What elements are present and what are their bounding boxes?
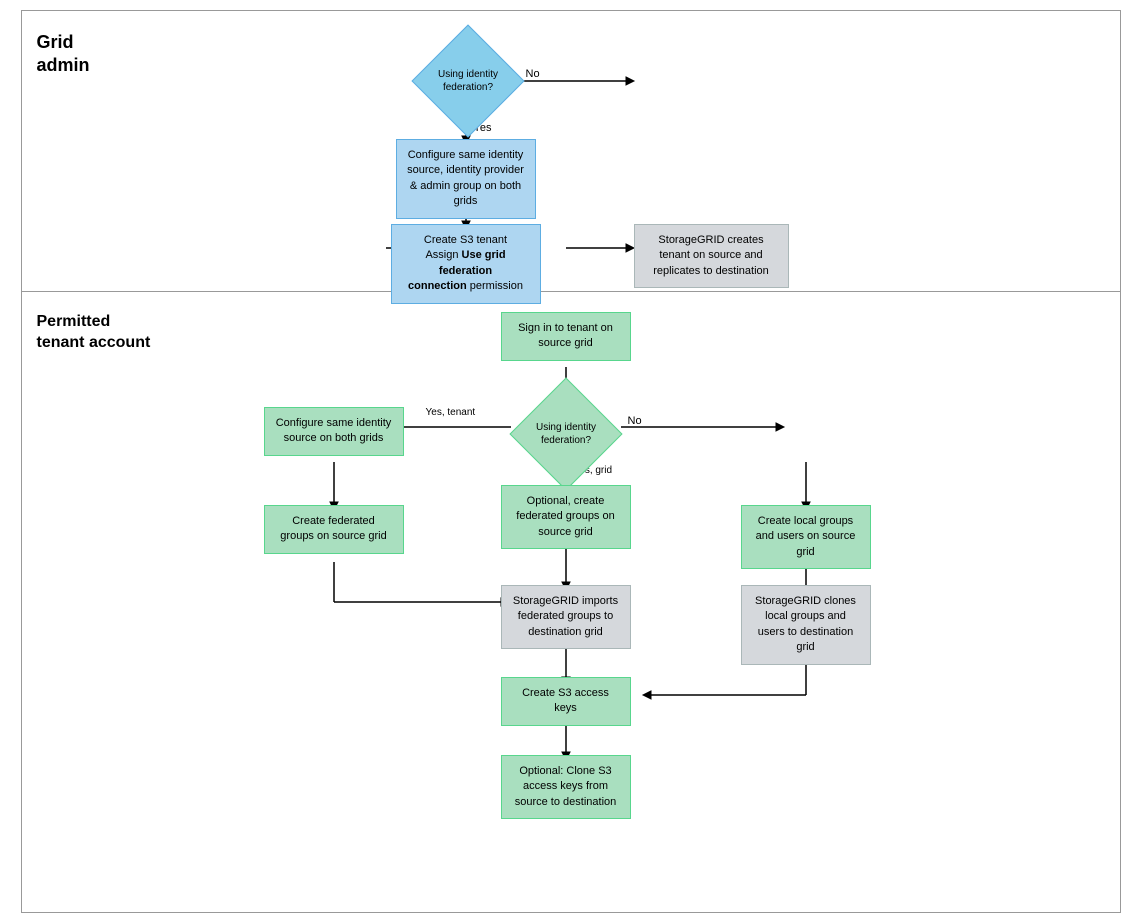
box-create-s3: Create S3 access keys (501, 677, 631, 726)
grid-admin-flow-area: No Yes Using identity federation? Config… (172, 26, 1100, 276)
box-clone-s3: Optional: Clone S3 access keys from sour… (501, 755, 631, 819)
permitted-tenant-section: Permitted tenant account (22, 292, 1120, 912)
grid-admin-label: Grid admin (37, 31, 157, 78)
no-label-ga: No (526, 68, 540, 80)
box-signin: Sign in to tenant on source grid (501, 312, 631, 361)
box-create-federated-groups: Create federated groups on source grid (264, 505, 404, 554)
diamond-identity-federation-pt: Using identity federation? (509, 389, 624, 479)
box-local-groups: Create local groups and users on source … (741, 505, 871, 569)
pt-flow-lines (186, 307, 1086, 897)
box-configure-identity-ga: Configure same identity source, identity… (396, 139, 536, 219)
diamond-identity-federation-ga: Using identity federation? (411, 36, 526, 126)
main-container: Grid admin (21, 10, 1121, 913)
box-configure-same-identity-pt: Configure same identity source on both g… (264, 407, 404, 456)
permitted-tenant-flow-area: Yes, tenant No Yes, grid Sign in to tena… (172, 307, 1100, 897)
pt-container: Yes, tenant No Yes, grid Sign in to tena… (186, 307, 1086, 897)
no-label-pt: No (628, 415, 642, 427)
grid-admin-section: Grid admin (22, 11, 1120, 292)
yes-tenant-label: Yes, tenant (426, 407, 476, 418)
ga-container: No Yes Using identity federation? Config… (236, 26, 1036, 276)
permitted-tenant-label: Permitted tenant account (37, 312, 157, 354)
box-optional-federated: Optional, create federated groups on sou… (501, 485, 631, 549)
bold-use-grid: Use grid federationconnection (408, 249, 506, 292)
box-storagegrid-imports: StorageGRID imports federated groups to … (501, 585, 631, 649)
box-storagegrid-clones: StorageGRID clones local groups and user… (741, 585, 871, 665)
box-storagegrid-creates-ga: StorageGRID creates tenant on source and… (634, 224, 789, 288)
